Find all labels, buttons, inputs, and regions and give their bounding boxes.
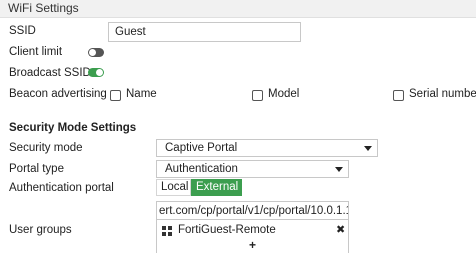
chevron-down-icon — [364, 146, 372, 151]
beacon-name-checkbox[interactable] — [110, 90, 121, 101]
portal-type-value: Authentication — [165, 163, 238, 175]
section-title: WiFi Settings — [8, 1, 79, 15]
security-mode-value: Captive Portal — [165, 142, 238, 154]
beacon-advertising-label: Beacon advertising — [9, 88, 107, 100]
chevron-down-icon — [335, 167, 343, 172]
auth-portal-external-option[interactable]: External — [191, 179, 242, 196]
toggle-knob — [89, 49, 96, 56]
client-limit-toggle[interactable] — [88, 48, 104, 57]
auth-portal-local-option[interactable]: Local — [156, 179, 191, 196]
beacon-serial-label: Serial number — [409, 88, 476, 100]
beacon-model-label: Model — [268, 88, 300, 100]
wifi-settings-header: WiFi Settings — [0, 0, 476, 18]
beacon-name-label: Name — [126, 88, 157, 100]
ssid-input[interactable]: Guest — [108, 22, 301, 42]
portal-type-label: Portal type — [9, 163, 64, 175]
user-group-icon — [162, 226, 172, 236]
authentication-portal-label: Authentication portal — [9, 182, 114, 194]
ssid-label: SSID — [9, 25, 36, 37]
broadcast-ssid-label: Broadcast SSID — [9, 67, 91, 79]
user-groups-label: User groups — [9, 224, 72, 236]
user-groups-list[interactable]: FortiGuest-Remote ✖ + — [156, 219, 349, 253]
user-group-name: FortiGuest-Remote — [178, 224, 276, 236]
beacon-model-checkbox[interactable] — [252, 90, 263, 101]
add-group-icon[interactable]: + — [249, 238, 256, 252]
broadcast-ssid-toggle[interactable] — [88, 68, 104, 77]
beacon-serial-checkbox[interactable] — [393, 90, 404, 101]
remove-group-icon[interactable]: ✖ — [336, 223, 345, 236]
portal-url-input[interactable]: ert.com/cp/portal/v1/cp/portal/10.0.1.1 — [156, 201, 349, 221]
user-group-item: FortiGuest-Remote ✖ — [162, 223, 345, 238]
security-mode-label: Security mode — [9, 142, 83, 154]
toggle-knob — [96, 69, 103, 76]
portal-type-select[interactable]: Authentication — [156, 160, 349, 178]
client-limit-label: Client limit — [9, 46, 63, 58]
security-mode-select[interactable]: Captive Portal — [156, 139, 378, 157]
security-mode-settings-title: Security Mode Settings — [9, 122, 137, 134]
